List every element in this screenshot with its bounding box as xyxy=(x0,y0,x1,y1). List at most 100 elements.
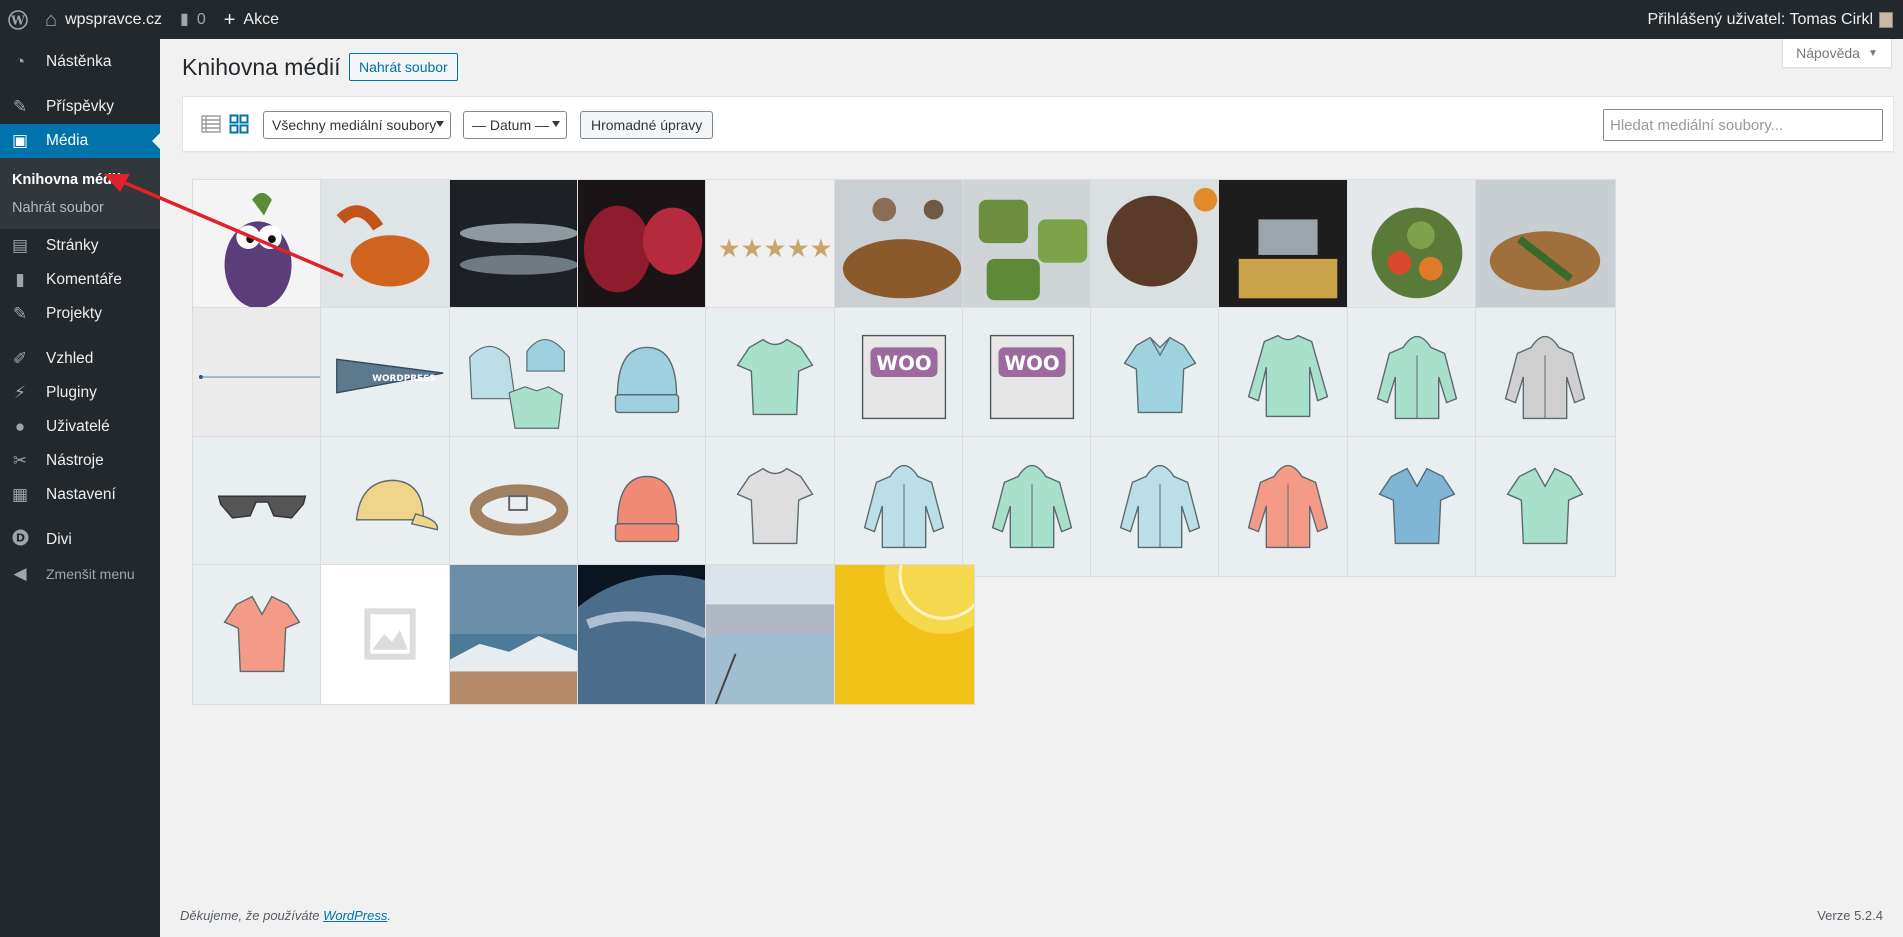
media-tile-beanie-blue[interactable] xyxy=(576,307,718,449)
main-content: Nápověda ▼ Knihovna médií Nahrát soubor … xyxy=(160,39,1903,937)
admin-bar: W ⌂ wpspravce.cz ▮ 0 + Akce Přihlášený u… xyxy=(0,0,1903,39)
footer-version: Verze 5.2.4 xyxy=(1817,908,1883,923)
chevron-down-icon xyxy=(552,121,560,127)
sidebar-item-projects[interactable]: ✎ Projekty xyxy=(0,297,160,331)
page-title: Knihovna médií xyxy=(182,54,341,80)
sidebar-item-settings[interactable]: ▦ Nastavení xyxy=(0,478,160,512)
sidebar-item-users[interactable]: ● Uživatelé xyxy=(0,410,160,444)
site-name-link[interactable]: ⌂ wpspravce.cz xyxy=(36,0,171,39)
wordpress-link[interactable]: WordPress xyxy=(323,908,387,923)
user-account-link[interactable]: Přihlášený uživatel: Tomas Cirkl xyxy=(1647,11,1903,29)
media-tile-pennant[interactable]: WORDPRESS xyxy=(320,307,462,449)
submenu-media-library[interactable]: Knihovna médií xyxy=(0,166,160,194)
media-tile-eggplant-cartoon[interactable] xyxy=(192,179,333,320)
media-tile-tshirt-gray[interactable] xyxy=(705,435,847,577)
svg-text:★★★★★: ★★★★★ xyxy=(718,234,833,264)
sidebar-item-pages[interactable]: ▤ Stránky xyxy=(0,229,160,263)
sidebar-item-posts[interactable]: ✎ Příspěvky xyxy=(0,90,160,124)
media-tile-hoodie-green-logo[interactable] xyxy=(961,435,1103,577)
svg-text:D: D xyxy=(15,532,24,545)
media-tile-placeholder-image[interactable] xyxy=(320,563,462,705)
collapse-icon: ◀ xyxy=(13,564,27,583)
media-tile-lemon-water[interactable] xyxy=(833,563,975,705)
sidebar-item-dashboard[interactable]: ◔ Nástěnka xyxy=(0,45,160,79)
chevron-down-icon xyxy=(436,121,444,127)
submenu-add-new[interactable]: Nahrát soubor xyxy=(0,194,160,222)
grid-view-icon[interactable] xyxy=(229,114,249,134)
media-tile-pool-city[interactable] xyxy=(705,563,847,705)
media-tile-hoodie-blue[interactable] xyxy=(1090,435,1232,577)
media-tile-avocado-toast[interactable] xyxy=(961,179,1103,320)
divi-icon: D xyxy=(10,529,30,551)
pushpin-icon: ✎ xyxy=(12,97,28,116)
media-tile-sunglasses[interactable] xyxy=(192,435,333,577)
svg-text:W: W xyxy=(10,13,25,27)
media-tile-hoodie-green-zip[interactable] xyxy=(1346,307,1488,449)
media-tile-mountain-landscape[interactable] xyxy=(448,563,590,705)
media-type-filter[interactable]: Všechny mediální soubory xyxy=(263,111,451,139)
sidebar-item-tools[interactable]: ✂ Nástroje xyxy=(0,444,160,478)
pushpin-icon: ✎ xyxy=(12,304,28,323)
pages-icon: ▤ xyxy=(11,236,29,255)
comment-icon: ▮ xyxy=(180,10,189,28)
comment-icon: ▮ xyxy=(15,270,25,289)
media-tile-vneck-green[interactable] xyxy=(1475,435,1616,577)
media-submenu: Knihovna médií Nahrát soubor xyxy=(0,158,160,229)
list-view-icon[interactable] xyxy=(201,115,221,133)
media-tile-vneck-orange[interactable] xyxy=(192,563,333,705)
user-icon: ● xyxy=(14,417,26,436)
footer-thanks: Děkujeme, že používáte WordPress. xyxy=(180,908,391,923)
media-tile-crab[interactable] xyxy=(320,179,462,320)
media-tile-tshirt-green[interactable] xyxy=(705,307,847,449)
plus-icon: + xyxy=(223,8,236,31)
collapse-menu-button[interactable]: ◀ Zmenšit menu xyxy=(0,557,160,591)
media-tile-vneck-blue[interactable] xyxy=(1346,435,1488,577)
media-tile-belt[interactable] xyxy=(448,435,590,577)
sidebar-item-appearance[interactable]: ✐ Vzhled xyxy=(0,342,160,376)
svg-text:WOO: WOO xyxy=(1004,352,1059,375)
brush-icon: ✐ xyxy=(12,349,28,368)
media-tile-cap-yellow[interactable] xyxy=(320,435,462,577)
media-tile-fish[interactable] xyxy=(448,179,590,320)
avatar xyxy=(1879,11,1893,28)
search-input[interactable] xyxy=(1603,109,1883,141)
svg-text:WORDPRESS: WORDPRESS xyxy=(373,374,436,384)
media-tile-earth-from-space[interactable] xyxy=(576,563,718,705)
media-tile-woo-album[interactable]: WOO xyxy=(961,307,1103,449)
media-tile-woo-single[interactable]: WOO xyxy=(833,307,975,449)
caret-down-icon: ▼ xyxy=(1867,47,1878,59)
media-tile-five-stars[interactable]: ★★★★★ xyxy=(705,179,847,320)
admin-sidebar: ◔ Nástěnka ✎ Příspěvky ▣ Média Knihovna … xyxy=(0,39,160,937)
media-tile-chocolate-cake[interactable] xyxy=(1090,179,1232,320)
comments-link[interactable]: ▮ 0 xyxy=(171,0,215,39)
media-tile-cheese[interactable] xyxy=(1218,179,1360,320)
media-tile-hoodie-gray[interactable] xyxy=(1475,307,1616,449)
sidebar-item-media[interactable]: ▣ Média xyxy=(0,124,160,158)
home-icon: ⌂ xyxy=(45,8,58,31)
media-tile-line-graphic[interactable] xyxy=(192,307,333,449)
media-toolbar: Všechny mediální soubory — Datum — Hroma… xyxy=(182,96,1894,152)
media-tile-herbs-board[interactable] xyxy=(1475,179,1616,320)
media-tile-hoodie-orange[interactable] xyxy=(1218,435,1360,577)
sidebar-item-plugins[interactable]: ⚡ Pluginy xyxy=(0,376,160,410)
media-tile-beanie-orange[interactable] xyxy=(576,435,718,577)
date-filter[interactable]: — Datum — xyxy=(463,111,567,139)
wordpress-logo-icon[interactable]: W xyxy=(0,0,36,39)
add-new-media-button[interactable]: Nahrát soubor xyxy=(349,53,458,81)
media-tile-hoodie-blue-logo[interactable] xyxy=(833,435,975,577)
media-tile-longsleeve-green[interactable] xyxy=(1218,307,1360,449)
media-tile-cutting-board-mushrooms[interactable] xyxy=(833,179,975,320)
media-icon: ▣ xyxy=(11,131,29,150)
media-tile-vegetable-basket[interactable] xyxy=(1346,179,1488,320)
bulk-select-button[interactable]: Hromadné úpravy xyxy=(580,111,714,139)
svg-text:WOO: WOO xyxy=(876,352,931,375)
media-tile-polo-blue[interactable] xyxy=(1090,307,1232,449)
new-content-link[interactable]: + Akce xyxy=(215,0,288,39)
media-tile-pomegranate[interactable] xyxy=(576,179,718,320)
sidebar-item-comments[interactable]: ▮ Komentáře xyxy=(0,263,160,297)
sidebar-item-divi[interactable]: D Divi xyxy=(0,523,160,557)
plugin-icon: ⚡ xyxy=(14,383,26,402)
help-tab-button[interactable]: Nápověda ▼ xyxy=(1782,39,1892,68)
settings-icon: ▦ xyxy=(11,485,29,504)
media-tile-hoodie-beanie-tshirt[interactable] xyxy=(448,307,590,449)
